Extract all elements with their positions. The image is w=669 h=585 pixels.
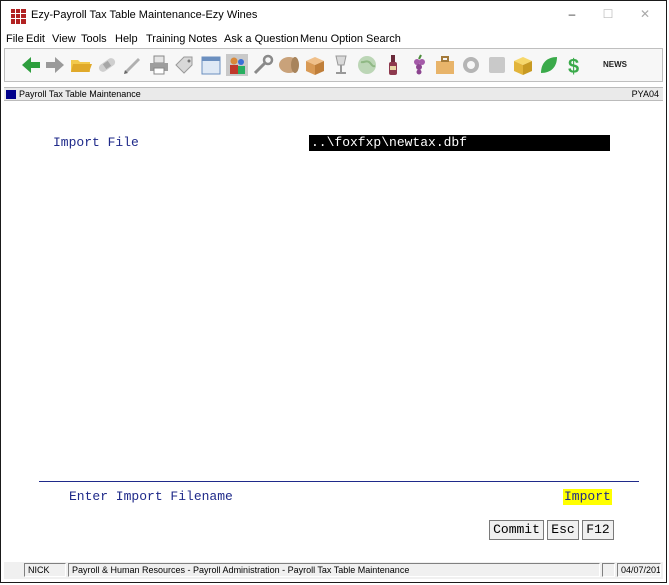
glass-icon[interactable] [329,53,353,77]
title-bar: Ezy-Payroll Tax Table Maintenance-Ezy Wi… [1,1,666,31]
app-window: Ezy-Payroll Tax Table Maintenance-Ezy Wi… [0,0,667,583]
dollar-icon[interactable]: $ [563,53,587,77]
form-icon [6,90,16,99]
people-icon[interactable] [225,53,249,77]
printer-icon[interactable] [147,53,171,77]
app-grid-icon [11,9,26,24]
menu-option-search[interactable]: Menu Option Search [300,33,401,45]
label-icon[interactable] [173,53,197,77]
wine-barrel-icon[interactable] [277,53,301,77]
open-folder-icon[interactable] [69,53,93,77]
leaf-icon[interactable] [537,53,561,77]
prompt-text: Enter Import Filename [69,489,233,504]
form-title: Payroll Tax Table Maintenance [19,89,141,99]
menu-edit[interactable]: Edit [26,33,45,45]
bandage-icon[interactable] [95,53,119,77]
import-file-input[interactable]: ..\foxfxp\newtax.dbf [309,135,610,151]
grapes-icon[interactable] [407,53,431,77]
wrench-icon[interactable] [251,53,275,77]
menu-ask-a-question[interactable]: Ask a Question [224,33,299,45]
window-title: Ezy-Payroll Tax Table Maintenance-Ezy Wi… [31,9,258,21]
calendar-icon[interactable] [199,53,223,77]
status-bar: NICK Payroll & Human Resources - Payroll… [4,562,663,579]
status-blank [602,563,615,577]
svg-text:$: $ [568,56,579,77]
close-button[interactable]: ✕ [635,7,655,25]
forward-arrow-icon[interactable] [43,53,67,77]
news-icon[interactable]: NEWS [601,53,629,77]
menu-view[interactable]: View [52,33,76,45]
grey-square-icon[interactable] [485,53,509,77]
maximize-button[interactable]: ☐ [598,7,618,25]
form-header: Payroll Tax Table Maintenance PYA04 [4,87,663,101]
esc-button[interactable]: Esc [547,520,579,540]
form-code: PYA04 [631,89,659,99]
globe-icon[interactable] [355,53,379,77]
box-icon[interactable] [303,53,327,77]
menu-help[interactable]: Help [115,33,138,45]
menu-file[interactable]: File [6,33,24,45]
divider-line [39,481,639,482]
status-user: NICK [24,563,66,577]
cube-icon[interactable] [511,53,535,77]
f12-button[interactable]: F12 [582,520,614,540]
suitcase-icon[interactable] [433,53,457,77]
import-button[interactable]: Import [563,489,612,505]
menu-tools[interactable]: Tools [81,33,107,45]
import-file-label: Import File [53,135,139,150]
pen-icon[interactable] [121,53,145,77]
gear-icon[interactable] [459,53,483,77]
menu-bar: File Edit View Tools Help Training Notes… [1,31,666,48]
status-path: Payroll & Human Resources - Payroll Admi… [68,563,600,577]
toolbar: $ NEWS [4,48,663,82]
minimize-button[interactable]: – [562,7,582,25]
status-date: 04/07/2018 [617,563,661,577]
commit-button[interactable]: Commit [489,520,544,540]
wine-bottle-icon[interactable] [381,53,405,77]
menu-training-notes[interactable]: Training Notes [146,33,217,45]
back-arrow-icon[interactable] [19,53,43,77]
